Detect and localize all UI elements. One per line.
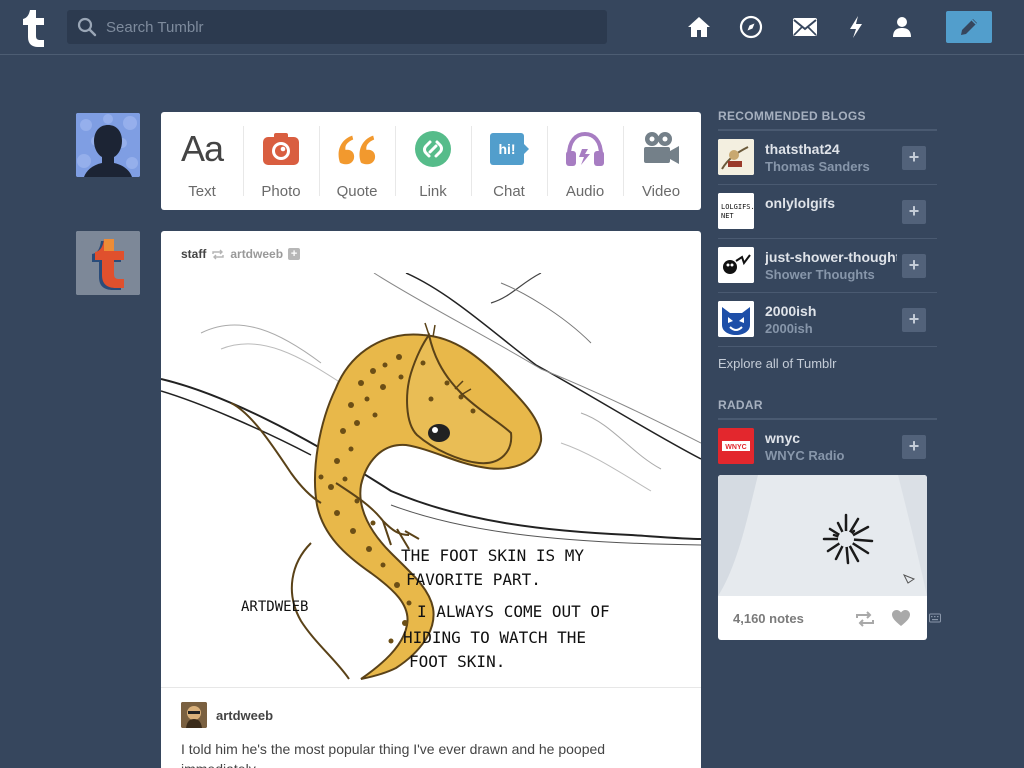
blog-subtitle: Thomas Sanders [765, 159, 870, 174]
post-type-selector: Aa Text Photo Quote Link hi! Chat Audio … [161, 112, 701, 210]
recommended-blog[interactable]: thatsthat24 Thomas Sanders + [718, 131, 937, 185]
lolgifs-logo-text-2: NET [721, 212, 734, 220]
text-aa-icon: Aa [180, 128, 224, 169]
art-text-line: THE FOOT SKIN IS MY [401, 546, 584, 565]
recommended-blog[interactable]: LOLGIFS. NET onlylolgifs + [718, 185, 937, 239]
art-text-line: FAVORITE PART. [406, 570, 541, 589]
top-navigation-bar [0, 0, 1024, 55]
blog-avatar[interactable] [718, 301, 754, 337]
author-name[interactable]: artdweeb [216, 708, 273, 723]
blog-name[interactable]: wnyc [765, 430, 897, 446]
camera-icon [263, 133, 299, 165]
dashboard-post: staff artdweeb + THE FOOT SKIN IS MY FAV… [161, 231, 701, 768]
art-text-line: FOOT SKIN. [409, 652, 505, 671]
post-type-link[interactable]: Link [395, 112, 471, 210]
post-type-label: Video [641, 183, 681, 200]
gecko-illustration: THE FOOT SKIN IS MY FAVORITE PART. I ALW… [161, 273, 701, 687]
radar-blog[interactable]: WNYC wnyc WNYC Radio + [718, 420, 937, 474]
home-icon[interactable] [686, 14, 712, 40]
activity-lightning-icon[interactable] [843, 14, 869, 40]
account-person-icon[interactable] [889, 14, 915, 40]
staff-blog-avatar[interactable] [76, 231, 140, 295]
notes-count[interactable]: 4,160 notes [733, 611, 804, 626]
quote-icon [338, 135, 376, 165]
reblog-source-link[interactable]: artdweeb [230, 247, 283, 261]
post-type-label: Link [419, 183, 447, 200]
follow-plus-icon[interactable]: + [288, 248, 301, 260]
blog-avatar[interactable]: LOLGIFS. NET [718, 193, 754, 229]
chat-bubble-icon: hi! [490, 133, 529, 165]
post-type-video[interactable]: Video [623, 112, 699, 210]
inbox-mail-icon[interactable] [792, 14, 818, 40]
blog-name[interactable]: 2000ish [765, 303, 897, 319]
compose-post-button[interactable] [946, 11, 992, 43]
post-type-label: Photo [261, 183, 301, 200]
blog-avatar[interactable] [718, 247, 754, 283]
post-type-label: Quote [336, 183, 378, 200]
author-avatar[interactable] [181, 702, 207, 728]
radar-post-footer: 4,160 notes [718, 596, 927, 640]
tumblr-logo-icon[interactable] [18, 8, 48, 48]
radar-post-card[interactable]: 4,160 notes [718, 475, 927, 640]
blog-name[interactable]: thatsthat24 [765, 141, 897, 157]
recommended-blog[interactable]: 2000ish 2000ish + [718, 293, 937, 347]
lolgifs-logo-text-1: LOLGIFS. [721, 203, 754, 211]
video-camera-icon [644, 132, 679, 164]
post-type-label: Text [188, 183, 216, 200]
reblog-icon [212, 249, 225, 259]
post-type-text[interactable]: Aa Text [161, 112, 243, 210]
recommended-title: RECOMMENDED BLOGS [718, 109, 937, 131]
wnyc-logo-text: WNYC [725, 444, 746, 451]
post-type-chat[interactable]: hi! Chat [471, 112, 547, 210]
like-heart-icon[interactable] [891, 609, 911, 627]
post-header: staff artdweeb + [181, 247, 301, 261]
search-bar[interactable] [67, 10, 607, 44]
radar-title: RADAR [718, 398, 937, 420]
keyboard-shortcuts-icon[interactable] [929, 612, 941, 624]
search-icon [77, 17, 97, 37]
blog-avatar[interactable] [718, 139, 754, 175]
reblog-icon[interactable] [855, 611, 875, 627]
follow-button[interactable]: + [902, 435, 926, 459]
post-author: artdweeb [181, 702, 273, 728]
explore-link[interactable]: Explore all of Tumblr [718, 356, 937, 371]
recommended-blog[interactable]: just-shower-thoughts Shower Thoughts + [718, 239, 937, 293]
pencil-icon [961, 19, 977, 35]
blog-name[interactable]: just-shower-thoughts [765, 249, 897, 265]
post-type-label: Audio [565, 183, 605, 200]
blog-subtitle: WNYC Radio [765, 448, 845, 463]
post-type-label: Chat [493, 183, 525, 200]
post-caption: I told him he's the most popular thing I… [181, 741, 606, 768]
radar-section: RADAR WNYC wnyc WNYC Radio + [718, 398, 937, 474]
headphones-icon [566, 131, 604, 166]
post-divider [161, 687, 701, 688]
post-type-audio[interactable]: Audio [547, 112, 623, 210]
art-text-line: HIDING TO WATCH THE [403, 628, 586, 647]
post-type-photo[interactable]: Photo [243, 112, 319, 210]
recommended-blogs-section: RECOMMENDED BLOGS thatsthat24 Thomas San… [718, 109, 937, 371]
post-type-quote[interactable]: Quote [319, 112, 395, 210]
user-avatar[interactable] [76, 113, 140, 177]
link-icon [415, 131, 451, 167]
follow-button[interactable]: + [902, 200, 926, 224]
blog-subtitle: 2000ish [765, 321, 813, 336]
follow-button[interactable]: + [902, 254, 926, 278]
blog-subtitle: Shower Thoughts [765, 267, 875, 282]
radar-post-image [718, 475, 927, 596]
follow-button[interactable]: + [902, 146, 926, 170]
svg-text:hi!: hi! [498, 141, 515, 157]
search-input[interactable] [106, 18, 586, 36]
post-blog-link[interactable]: staff [181, 247, 206, 261]
wnyc-logo-avatar[interactable]: WNYC [718, 428, 754, 464]
art-text-line: I ALWAYS COME OUT OF [417, 602, 610, 621]
artist-signature: ARTDWEEB [241, 599, 308, 615]
blog-name[interactable]: onlylolgifs [765, 195, 897, 211]
explore-compass-icon[interactable] [738, 14, 764, 40]
follow-button[interactable]: + [902, 308, 926, 332]
